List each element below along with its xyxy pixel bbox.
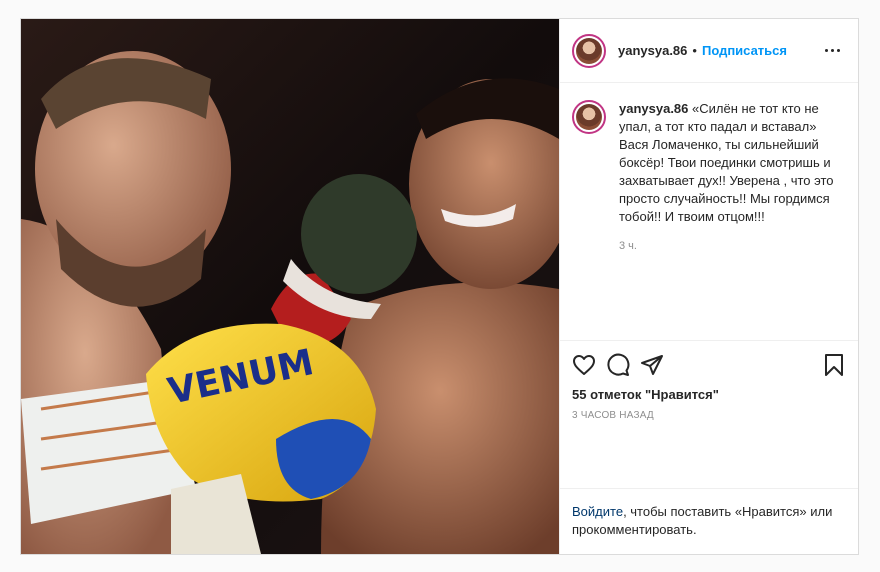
caption-time[interactable]: 3 ч.: [619, 240, 834, 252]
actions-area: 55 отметок "Нравится" 3 ЧАСОВ НАЗАД: [560, 340, 858, 488]
more-icon[interactable]: [821, 45, 844, 56]
avatar-image: [576, 37, 602, 64]
action-icons: [572, 345, 846, 385]
login-link[interactable]: Войдите: [572, 504, 623, 519]
caption-body: «Силён не тот кто не упал, а тот кто пад…: [619, 101, 838, 224]
boxing-photo: VENUM: [21, 19, 559, 554]
avatar-image: [576, 104, 602, 130]
comment-icon[interactable]: [606, 353, 630, 377]
caption-block: yanysya.86 «Силён не тот кто не упал, а …: [560, 83, 858, 340]
caption-avatar[interactable]: [572, 100, 606, 134]
post-header: yanysya.86 • Подписаться: [560, 19, 858, 83]
avatar[interactable]: [572, 33, 606, 68]
likes-count[interactable]: 55 отметок "Нравится": [572, 387, 846, 402]
login-prompt: Войдите, чтобы поставить «Нравится» или …: [560, 488, 858, 554]
caption-username[interactable]: yanysya.86: [619, 101, 688, 116]
post-photo[interactable]: VENUM: [21, 19, 559, 554]
heart-icon[interactable]: [572, 353, 596, 377]
separator-dot: •: [692, 43, 697, 58]
post-card: VENUM yanysya.86 • Подписаться yanysya.8…: [20, 18, 859, 555]
post-timestamp[interactable]: 3 ЧАСОВ НАЗАД: [572, 410, 846, 421]
bookmark-icon[interactable]: [822, 353, 846, 377]
post-sidebar: yanysya.86 • Подписаться yanysya.86 «Сил…: [559, 19, 858, 554]
share-icon[interactable]: [640, 353, 664, 377]
follow-button[interactable]: Подписаться: [702, 43, 787, 58]
caption-text: yanysya.86 «Силён не тот кто не упал, а …: [619, 100, 834, 226]
header-username[interactable]: yanysya.86: [618, 43, 687, 58]
